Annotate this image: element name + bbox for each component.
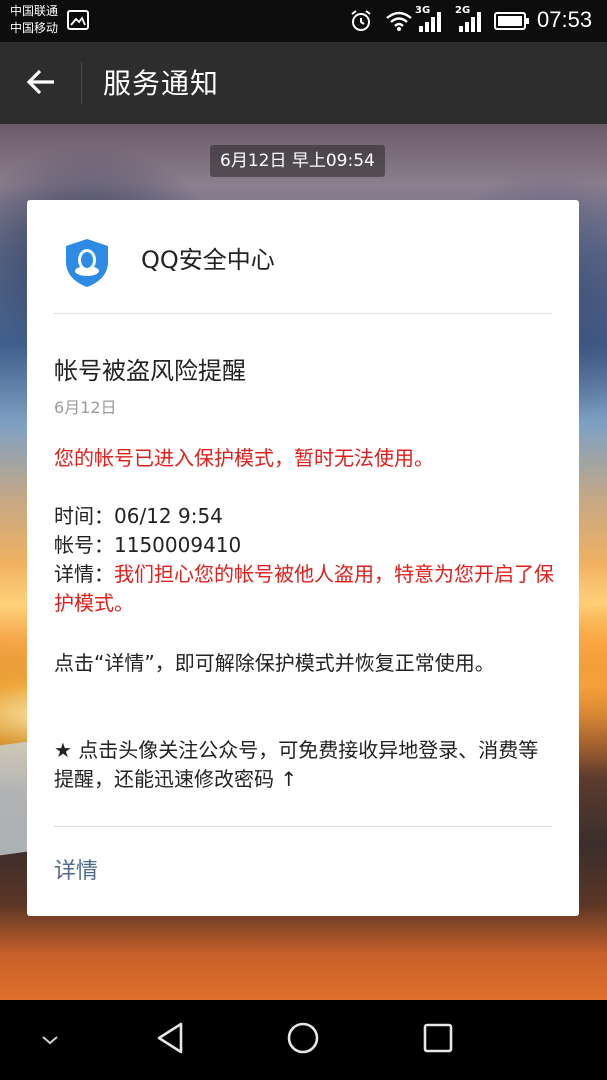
nav-back-button[interactable] xyxy=(140,1000,200,1080)
message-timestamp: 6月12日 早上09:54 xyxy=(210,145,385,177)
sender-row[interactable]: QQ安全中心 xyxy=(27,200,579,313)
signal-icon xyxy=(457,11,483,37)
divider xyxy=(54,826,552,827)
time-value: 06/12 9:54 xyxy=(114,504,223,528)
circle-home-icon xyxy=(286,1021,320,1059)
qq-shield-icon[interactable] xyxy=(64,238,110,292)
notification-card[interactable]: QQ安全中心 帐号被盗风险提醒 6月12日 您的帐号已进入保护模式，暂时无法使用… xyxy=(27,200,579,916)
carrier-2: 中国移动 xyxy=(10,21,59,35)
picture-icon xyxy=(67,10,89,34)
detail-label: 详情： xyxy=(54,562,114,586)
notice-title: 帐号被盗风险提醒 xyxy=(54,357,246,385)
wallpaper-boat xyxy=(0,741,30,857)
detail-row: 详情：我们担心您的帐号被他人盗用，特意为您开启了保护模式。 xyxy=(54,560,554,618)
battery-icon xyxy=(494,11,530,35)
divider xyxy=(54,313,552,314)
chevron-down-icon xyxy=(40,1031,60,1050)
carrier-1: 中国联通 xyxy=(10,4,59,18)
nav-recent-button[interactable] xyxy=(408,1000,468,1080)
detail-value: 我们担心您的帐号被他人盗用，特意为您开启了保护模式。 xyxy=(54,562,554,615)
system-nav-bar xyxy=(0,1000,607,1080)
unlock-tip: 点击“详情”，即可解除保护模式并恢复正常使用。 xyxy=(54,651,495,675)
carrier-labels: 中国联通 中国移动 xyxy=(10,3,58,37)
account-label: 帐号： xyxy=(54,533,114,557)
notice-date: 6月12日 xyxy=(54,398,117,417)
wifi-icon xyxy=(385,10,413,36)
triangle-back-icon xyxy=(155,1021,185,1059)
header-divider xyxy=(81,62,82,104)
status-bar: 中国联通 中国移动 3G 2G 07:53 xyxy=(0,0,607,42)
follow-tip: ★ 点击头像关注公众号，可免费接收异地登录、消费等提醒，还能迅速修改密码 ↑ xyxy=(54,738,539,791)
warning-text: 您的帐号已进入保护模式，暂时无法使用。 xyxy=(54,446,434,470)
page-title: 服务通知 xyxy=(103,67,220,100)
sender-name: QQ安全中心 xyxy=(141,246,275,274)
hide-nav-button[interactable] xyxy=(30,1000,70,1080)
time-row: 时间：06/12 9:54 xyxy=(54,502,554,531)
signal-icon xyxy=(417,11,443,37)
time-label: 时间： xyxy=(54,504,114,528)
clock: 07:53 xyxy=(537,7,593,32)
nav-home-button[interactable] xyxy=(273,1000,333,1080)
alarm-icon xyxy=(349,9,373,37)
details-link[interactable]: 详情 xyxy=(54,856,98,888)
back-button[interactable] xyxy=(18,61,64,107)
arrow-left-icon xyxy=(26,68,56,100)
header-bar: 服务通知 xyxy=(0,42,607,124)
square-recent-icon xyxy=(422,1022,454,1058)
account-row: 帐号：1150009410 xyxy=(54,531,554,560)
account-value: 1150009410 xyxy=(114,533,242,557)
